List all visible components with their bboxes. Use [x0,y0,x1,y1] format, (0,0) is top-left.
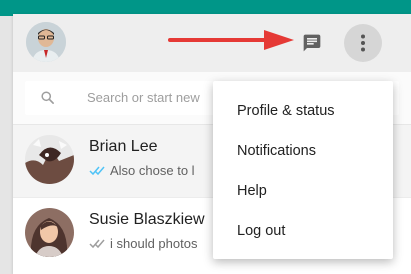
contact-avatar [25,208,74,257]
menu-item-help[interactable]: Help [213,171,393,211]
annotation-arrow-icon [168,30,294,50]
search-icon [41,91,54,104]
menu-item-label: Help [237,183,267,199]
user-avatar[interactable] [26,22,66,62]
contact-name: Brian Lee [89,138,158,155]
menu-item-profile-status[interactable]: Profile & status [213,91,393,131]
menu-item-label: Notifications [237,143,316,159]
menu-item-label: Profile & status [237,103,335,119]
sidebar-header [13,14,411,72]
double-check-icon [89,238,107,249]
menu-item-label: Log out [237,223,286,239]
new-chat-button[interactable] [299,30,325,56]
menu-button[interactable] [344,24,382,62]
search-input[interactable]: Search or start new [87,90,200,105]
message-preview-text: i should photos [110,236,198,251]
chat-icon [303,34,321,52]
message-preview: Also chose to l [89,163,195,178]
more-vertical-icon [361,34,365,52]
menu-item-log-out[interactable]: Log out [213,211,393,251]
double-check-icon [89,165,107,176]
contact-name: Susie Blaszkiew [89,211,205,228]
message-preview: i should photos [89,236,197,251]
contact-avatar [25,135,74,184]
options-menu: Profile & status Notifications Help Log … [213,81,393,259]
chat-sidebar: Search or start new Brian Lee Also chose [13,14,411,274]
message-preview-text: Also chose to l [110,163,195,178]
menu-item-notifications[interactable]: Notifications [213,131,393,171]
